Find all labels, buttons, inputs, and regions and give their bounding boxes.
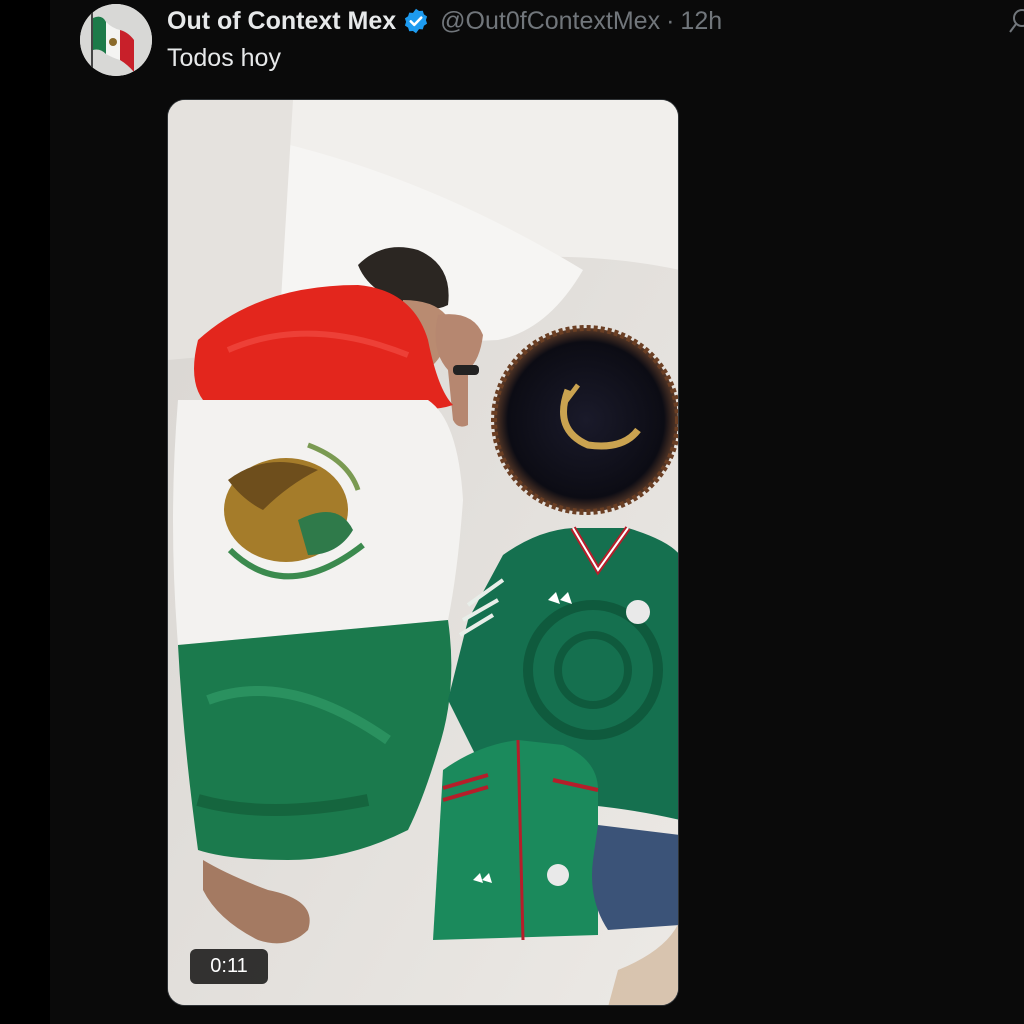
video-thumbnail[interactable]: [167, 99, 679, 1006]
user-handle[interactable]: @Out0fContextMex: [440, 7, 660, 36]
video-frame-image: [168, 100, 678, 1005]
avatar[interactable]: [80, 4, 152, 76]
separator-dot: ·: [666, 6, 675, 35]
left-sidebar-edge: [0, 0, 50, 1024]
display-name[interactable]: Out of Context Mex: [167, 7, 396, 36]
avatar-flag-image: [80, 4, 152, 76]
tweet-text: Todos hoy: [167, 44, 281, 72]
video-duration-badge: 0:11: [190, 949, 268, 984]
tweet-header: Out of Context Mex @Out0fContextMex · 12…: [167, 5, 722, 37]
timestamp[interactable]: 12h: [680, 7, 722, 36]
verified-badge-icon: [402, 7, 430, 35]
grok-icon[interactable]: [1008, 6, 1024, 36]
